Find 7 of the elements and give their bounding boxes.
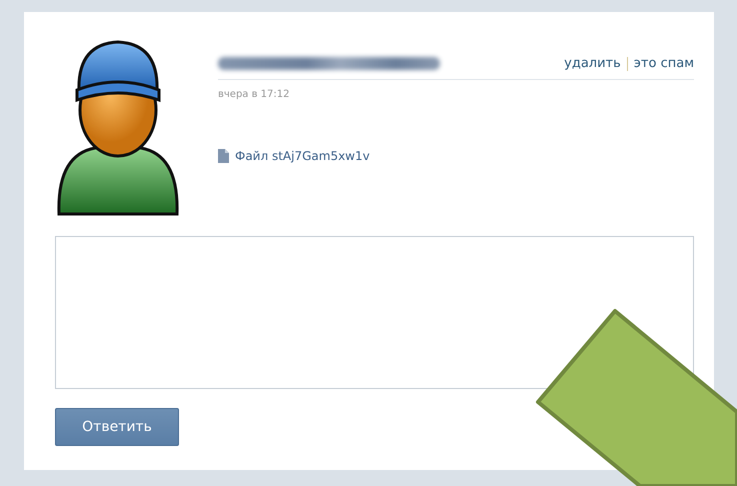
- action-link[interactable]: это спам: [634, 56, 694, 71]
- reply-button[interactable]: Ответить: [55, 408, 179, 446]
- message-date: вчера в 17:12: [218, 89, 290, 100]
- document-icon: [218, 149, 229, 163]
- action-link[interactable]: удалить: [564, 56, 621, 71]
- reply-text-field[interactable]: [55, 236, 694, 389]
- file-link[interactable]: Файл stAj7Gam5xw1v: [235, 149, 370, 163]
